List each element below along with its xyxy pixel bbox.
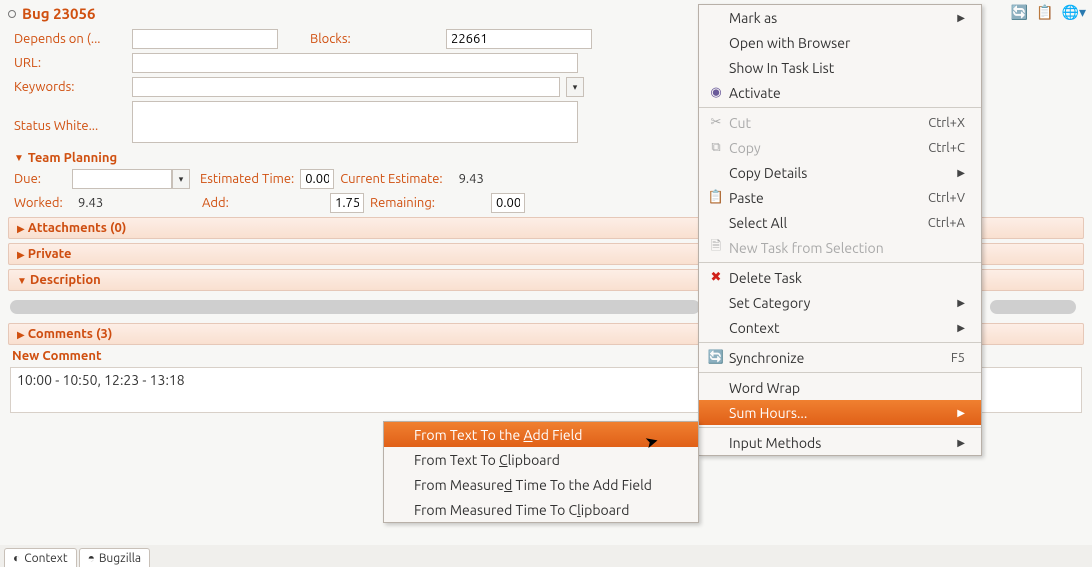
- add-label: Add:: [202, 196, 324, 210]
- twisty-down-icon: ▼: [14, 152, 24, 164]
- activate-icon: ◉: [707, 85, 725, 100]
- current-estimate-label: Current Estimate:: [340, 172, 442, 186]
- url-label: URL:: [14, 56, 126, 70]
- blocks-input[interactable]: [446, 29, 592, 49]
- delete-icon: ✖: [707, 270, 725, 285]
- menu-separator: [699, 342, 981, 343]
- redacted-text-icon: [10, 300, 700, 314]
- sum-hours-submenu: From Text To the Add Field From Text To …: [383, 421, 699, 523]
- due-input[interactable]: [72, 169, 172, 189]
- sync-icon[interactable]: 🔄: [1011, 4, 1028, 21]
- page-title: Bug 23056: [22, 5, 95, 22]
- menu-separator: [699, 372, 981, 373]
- context-menu: Mark as▶ Open with Browser Show In Task …: [698, 4, 982, 456]
- menu-show-task-list[interactable]: Show In Task List: [699, 55, 981, 80]
- bugzilla-tab-icon: ◓: [88, 551, 95, 565]
- menu-activate[interactable]: ◉Activate: [699, 80, 981, 105]
- twisty-right-icon: ▶: [17, 329, 25, 340]
- title-toolbar: 🔄 📋 🌐▾: [1011, 4, 1086, 21]
- keywords-input[interactable]: [132, 77, 560, 97]
- twisty-right-icon: ▶: [17, 249, 25, 260]
- due-label: Due:: [14, 172, 66, 186]
- submenu-from-text-add[interactable]: From Text To the Add Field: [384, 422, 698, 447]
- submenu-from-measured-add[interactable]: From Measured Time To the Add Field: [384, 472, 698, 497]
- estimated-time-label: Estimated Time:: [200, 172, 294, 186]
- menu-paste[interactable]: 📋PasteCtrl+V: [699, 185, 981, 210]
- twisty-down-icon: ▼: [17, 275, 27, 286]
- menu-input-methods[interactable]: Input Methods▶: [699, 430, 981, 455]
- menu-synchronize[interactable]: 🔄SynchronizeF5: [699, 345, 981, 370]
- status-whiteboard-label: Status White...: [14, 101, 126, 133]
- menu-context[interactable]: Context▶: [699, 315, 981, 340]
- menu-mark-as[interactable]: Mark as▶: [699, 5, 981, 30]
- menu-separator: [699, 107, 981, 108]
- keywords-label: Keywords:: [14, 80, 126, 94]
- menu-word-wrap[interactable]: Word Wrap: [699, 375, 981, 400]
- current-estimate-value: 9.43: [459, 172, 484, 186]
- status-whiteboard-input[interactable]: [132, 101, 578, 143]
- worked-value: 9.43: [78, 196, 196, 210]
- bottom-tabs: ◐ Context ◓ Bugzilla: [0, 545, 1092, 567]
- estimated-time-input[interactable]: [300, 169, 334, 189]
- context-tab-icon: ◐: [13, 551, 20, 565]
- task-dot-icon: [8, 10, 16, 18]
- blocks-label: Blocks:: [310, 32, 440, 46]
- worked-label: Worked:: [14, 196, 72, 210]
- remaining-label: Remaining:: [370, 196, 435, 210]
- url-input[interactable]: [132, 53, 578, 73]
- menu-delete-task[interactable]: ✖Delete Task: [699, 265, 981, 290]
- menu-sum-hours[interactable]: Sum Hours...▶: [699, 400, 981, 425]
- menu-set-category[interactable]: Set Category▶: [699, 290, 981, 315]
- submenu-from-measured-clipboard[interactable]: From Measured Time To Clipboard: [384, 497, 698, 522]
- clipboard-icon[interactable]: 📋: [1036, 4, 1053, 21]
- twisty-right-icon: ▶: [17, 223, 25, 234]
- due-dropdown-button[interactable]: ▾: [172, 169, 190, 189]
- depends-on-label: Depends on (...: [14, 32, 126, 46]
- tab-context[interactable]: ◐ Context: [4, 548, 77, 567]
- menu-open-browser[interactable]: Open with Browser: [699, 30, 981, 55]
- menu-separator: [699, 262, 981, 263]
- menu-new-task-selection[interactable]: 🗎New Task from Selection: [699, 235, 981, 260]
- redacted-text-icon: [990, 300, 1076, 314]
- submenu-from-text-clipboard[interactable]: From Text To Clipboard: [384, 447, 698, 472]
- tab-bugzilla[interactable]: ◓ Bugzilla: [79, 548, 151, 567]
- menu-copy[interactable]: ⧉CopyCtrl+C: [699, 135, 981, 160]
- copy-icon: ⧉: [707, 140, 725, 155]
- remaining-input[interactable]: [491, 193, 525, 213]
- sync-icon: 🔄: [707, 350, 725, 365]
- add-input[interactable]: [330, 193, 364, 213]
- new-task-icon: 🗎: [707, 237, 725, 259]
- keywords-dropdown-button[interactable]: ▾: [566, 77, 584, 97]
- depends-on-input[interactable]: [132, 29, 278, 49]
- menu-cut[interactable]: ✂CutCtrl+X: [699, 110, 981, 135]
- globe-icon[interactable]: 🌐▾: [1062, 4, 1086, 21]
- menu-select-all[interactable]: Select AllCtrl+A: [699, 210, 981, 235]
- menu-separator: [699, 427, 981, 428]
- menu-copy-details[interactable]: Copy Details▶: [699, 160, 981, 185]
- paste-icon: 📋: [707, 190, 725, 205]
- cut-icon: ✂: [707, 115, 725, 130]
